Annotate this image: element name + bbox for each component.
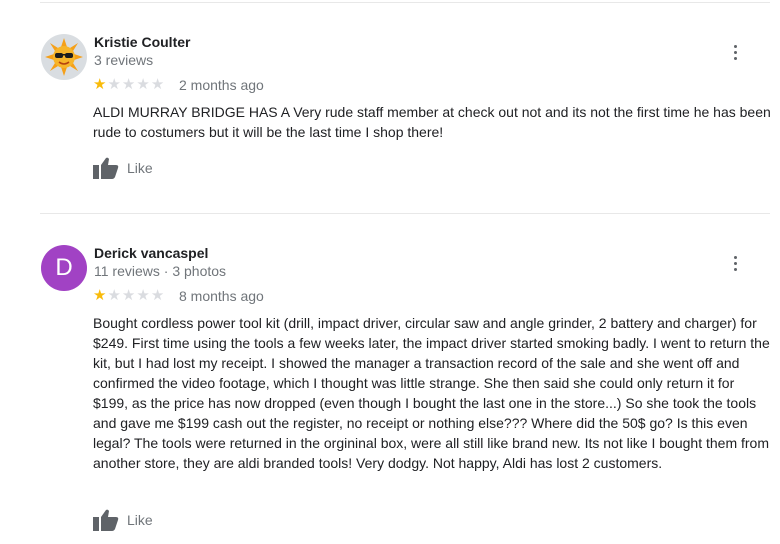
star-filled-icon: ★ <box>93 76 107 93</box>
star-empty-icon: ★ <box>107 76 121 93</box>
star-empty-icon: ★ <box>136 287 150 304</box>
star-empty-icon: ★ <box>136 76 150 93</box>
dot-icon <box>733 261 737 265</box>
star-empty-icon: ★ <box>150 76 165 93</box>
reviewer-name[interactable]: Kristie Coulter <box>94 34 190 50</box>
star-rating: ★ ★ ★ ★ ★ <box>93 287 165 304</box>
dot-icon <box>733 44 737 48</box>
thumbs-up-icon <box>93 509 119 531</box>
reviewer-stats[interactable]: 3 reviews <box>94 52 153 68</box>
star-rating: ★ ★ ★ ★ ★ <box>93 76 165 93</box>
review-divider <box>40 213 770 214</box>
review-divider <box>40 2 770 3</box>
star-empty-icon: ★ <box>121 287 136 304</box>
review-date: 8 months ago <box>179 288 264 304</box>
dot-icon <box>733 267 737 271</box>
like-label: Like <box>127 160 153 176</box>
reviewer-avatar[interactable]: D <box>41 245 87 291</box>
like-button[interactable]: Like <box>93 157 153 179</box>
reviewer-avatar[interactable] <box>41 34 87 80</box>
star-filled-icon: ★ <box>93 287 107 304</box>
review-text: Bought cordless power tool kit (drill, i… <box>93 315 770 471</box>
star-empty-icon: ★ <box>121 76 136 93</box>
more-options-button[interactable] <box>726 254 744 272</box>
dot-icon <box>733 50 737 54</box>
like-button[interactable]: Like <box>93 509 153 531</box>
sun-avatar-icon <box>45 38 83 76</box>
star-empty-icon: ★ <box>150 287 165 304</box>
thumbs-up-icon <box>93 157 119 179</box>
reviewer-name[interactable]: Derick vancaspel <box>94 245 208 261</box>
like-label: Like <box>127 512 153 528</box>
dot-icon <box>733 255 737 259</box>
review-text: ALDI MURRAY BRIDGE HAS A Very rude staff… <box>93 104 771 140</box>
star-empty-icon: ★ <box>107 287 121 304</box>
review-date: 2 months ago <box>179 77 264 93</box>
more-options-button[interactable] <box>726 43 744 61</box>
reviewer-stats[interactable]: 11 reviews · 3 photos <box>94 263 226 279</box>
dot-icon <box>733 56 737 60</box>
